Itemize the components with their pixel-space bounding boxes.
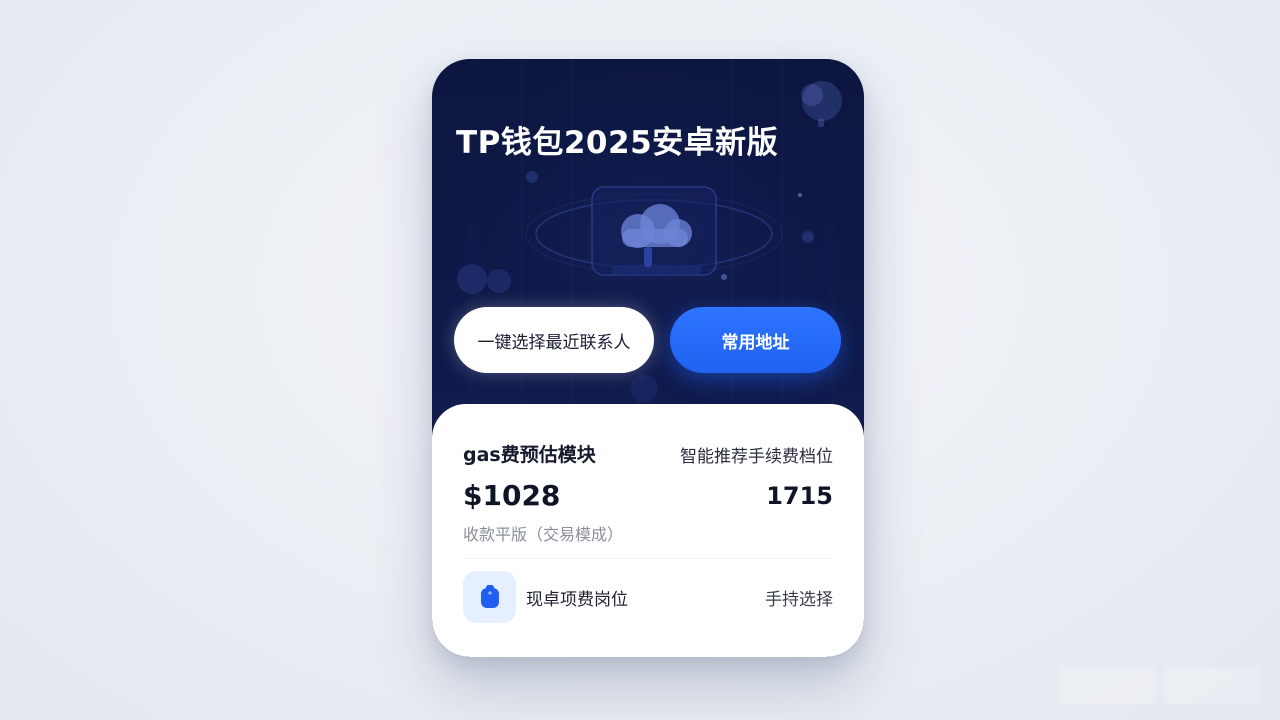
watermark-decoration bbox=[1060, 668, 1260, 704]
hero-title: TP钱包2025安卓新版 bbox=[456, 125, 779, 161]
gas-estimate-panel: gas费预估模块 智能推荐手续费档位 $1028 1715 收款平版（交易模成）… bbox=[432, 404, 864, 657]
page-stage: TP钱包2025安卓新版 一键选择最近联系人 常用地址 gas费预估模块 智能推… bbox=[0, 0, 1280, 720]
gas-fee-tier-hint: 智能推荐手续费档位 bbox=[680, 447, 833, 467]
common-address-button[interactable]: 常用地址 bbox=[670, 307, 841, 373]
gas-panel-title: gas费预估模块 bbox=[463, 444, 596, 466]
gas-amount: $1028 bbox=[463, 479, 561, 512]
recent-contacts-button[interactable]: 一键选择最近联系人 bbox=[454, 307, 654, 373]
fee-position-row[interactable]: 现卓项费岗位 手持选择 bbox=[463, 571, 833, 623]
gas-secondary-value: 1715 bbox=[766, 482, 833, 510]
wallet-icon bbox=[463, 571, 516, 623]
gas-mode-text: 收款平版（交易模成） bbox=[463, 525, 624, 544]
wallet-card: TP钱包2025安卓新版 一键选择最近联系人 常用地址 gas费预估模块 智能推… bbox=[432, 59, 864, 657]
manual-select-link[interactable]: 手持选择 bbox=[765, 585, 833, 610]
fee-position-label: 现卓项费岗位 bbox=[526, 590, 628, 610]
panel-divider bbox=[463, 558, 833, 559]
